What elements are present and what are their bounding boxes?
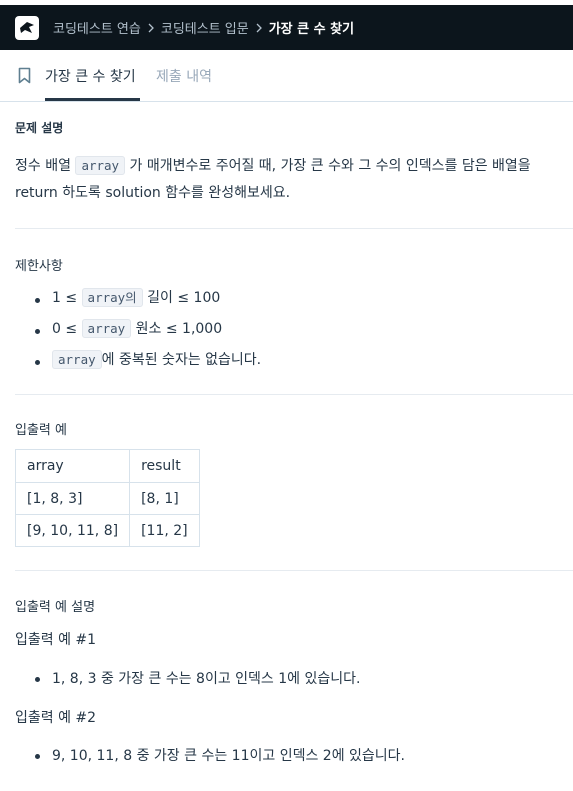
examples-heading: 입출력 예 xyxy=(15,423,67,438)
list-item: array 에 중복된 숫자는 없습니다. xyxy=(15,346,261,377)
list-item: 1, 8, 3 중 가장 큰 수는 8이고 인덱스 1에 있습니다. xyxy=(15,667,360,691)
description-text: return 하도록 solution 함수를 완성해보세요. xyxy=(15,185,291,201)
table-header-array: array xyxy=(14,449,131,483)
tab-submissions[interactable]: 제출 내역 xyxy=(156,66,212,86)
table-cell: [9, 10, 11, 8] xyxy=(14,514,131,547)
description-paragraph: 정수 배열 array 가 매개변수로 주어질 때, 가장 큰 수와 그 수의 … xyxy=(15,152,560,207)
table-header-row: array result xyxy=(14,449,200,483)
bookmark-icon[interactable] xyxy=(18,67,31,88)
table-cell: [11, 2] xyxy=(129,514,200,547)
divider xyxy=(15,394,573,395)
divider xyxy=(15,228,573,229)
list-item: 1 ≤ array의 길이 ≤ 100 xyxy=(15,284,261,315)
active-tab-indicator xyxy=(45,98,140,101)
table-row: [1, 8, 3] [8, 1] xyxy=(14,482,200,515)
breadcrumb-coding-test-practice[interactable]: 코딩테스트 연습 xyxy=(53,18,141,37)
constraints-list: 1 ≤ array의 길이 ≤ 100 0 ≤ array 원소 ≤ 1,000… xyxy=(15,284,261,377)
example-1-title: 입출력 예 #1 xyxy=(15,632,97,648)
chevron-right-icon xyxy=(256,23,262,33)
example-1-list: 1, 8, 3 중 가장 큰 수는 8이고 인덱스 1에 있습니다. xyxy=(15,667,360,691)
problem-tabs: 가장 큰 수 찾기 제출 내역 xyxy=(0,50,573,102)
description-heading: 문제 설명 xyxy=(15,121,64,135)
breadcrumb-current-problem: 가장 큰 수 찾기 xyxy=(268,22,355,37)
list-item: 0 ≤ array 원소 ≤ 1,000 xyxy=(15,315,261,346)
table-row: [9, 10, 11, 8] [11, 2] xyxy=(14,514,200,547)
example-2-list: 9, 10, 11, 8 중 가장 큰 수는 11이고 인덱스 2에 있습니다. xyxy=(15,744,405,768)
tab-problem[interactable]: 가장 큰 수 찾기 xyxy=(45,66,136,86)
top-navigation-bar: 코딩테스트 연습 코딩테스트 입문 가장 큰 수 찾기 xyxy=(0,5,573,50)
description-text: 가 매개변수로 주어질 때, 가장 큰 수와 그 수의 인덱스를 담은 배열을 xyxy=(129,158,531,174)
table-cell: [8, 1] xyxy=(129,482,200,515)
breadcrumb-coding-test-intro[interactable]: 코딩테스트 입문 xyxy=(161,18,249,37)
examples-table: array result [1, 8, 3] [8, 1] [9, 10, 11… xyxy=(14,449,200,547)
breadcrumb: 코딩테스트 연습 코딩테스트 입문 가장 큰 수 찾기 xyxy=(53,18,354,37)
description-text: 정수 배열 xyxy=(15,158,71,174)
table-header-result: result xyxy=(129,449,200,483)
explanation-heading: 입출력 예 설명 xyxy=(15,600,96,615)
constraints-heading: 제한사항 xyxy=(15,259,63,274)
list-item: 9, 10, 11, 8 중 가장 큰 수는 11이고 인덱스 2에 있습니다. xyxy=(15,744,405,768)
programmers-logo-icon[interactable] xyxy=(15,15,39,40)
table-cell: [1, 8, 3] xyxy=(14,482,131,515)
inline-code: array xyxy=(75,156,126,175)
divider xyxy=(15,570,573,571)
chevron-right-icon xyxy=(148,23,154,33)
example-2-title: 입출력 예 #2 xyxy=(15,710,97,726)
